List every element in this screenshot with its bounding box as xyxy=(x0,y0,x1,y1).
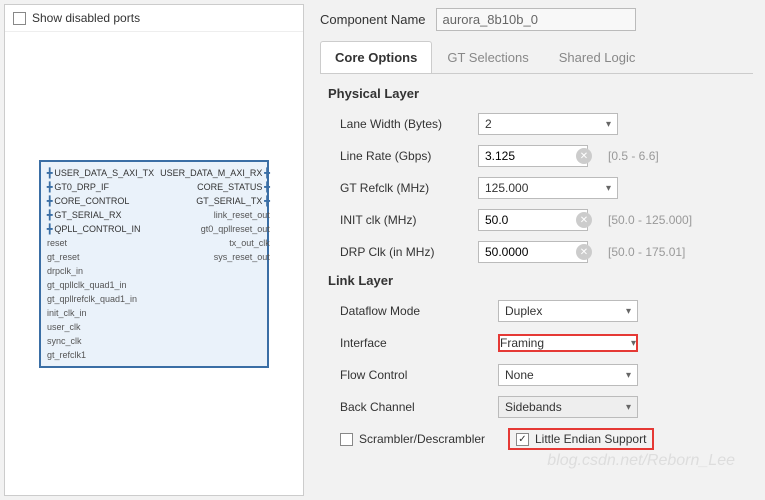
init-clk-input[interactable] xyxy=(478,209,588,231)
dataflow-label: Dataflow Mode xyxy=(340,304,490,318)
port-USER_DATA_M_AXI_RX: USER_DATA_M_AXI_RX xyxy=(158,166,270,180)
port-QPLL_CONTROL_IN: QPLL_CONTROL_IN xyxy=(47,222,154,236)
port-link_reset_out: link_reset_out xyxy=(158,208,270,222)
port-CORE_CONTROL: CORE_CONTROL xyxy=(47,194,154,208)
clear-icon[interactable]: ✕ xyxy=(576,244,592,260)
lane-width-label: Lane Width (Bytes) xyxy=(340,117,470,131)
ip-block-diagram: USER_DATA_S_AXI_TXGT0_DRP_IFCORE_CONTROL… xyxy=(39,160,269,368)
chevron-down-icon: ▾ xyxy=(606,119,611,130)
port-USER_DATA_S_AXI_TX: USER_DATA_S_AXI_TX xyxy=(47,166,154,180)
port-GT_SERIAL_RX: GT_SERIAL_RX xyxy=(47,208,154,222)
link-layer-title: Link Layer xyxy=(328,273,753,288)
clear-icon[interactable]: ✕ xyxy=(576,212,592,228)
gt-refclk-label: GT Refclk (MHz) xyxy=(340,181,470,195)
back-channel-label: Back Channel xyxy=(340,400,490,414)
chevron-down-icon: ▾ xyxy=(626,306,631,317)
flow-control-label: Flow Control xyxy=(340,368,490,382)
drp-clk-input[interactable] xyxy=(478,241,588,263)
port-user_clk: user_clk xyxy=(47,320,154,334)
port-reset: reset xyxy=(47,236,154,250)
scrambler-label: Scrambler/Descrambler xyxy=(359,432,485,446)
scrambler-checkbox[interactable] xyxy=(340,433,353,446)
init-clk-label: INIT clk (MHz) xyxy=(340,213,470,227)
physical-layer-title: Physical Layer xyxy=(328,86,753,101)
flow-control-select[interactable]: None ▾ xyxy=(498,364,638,386)
interface-label: Interface xyxy=(340,336,490,350)
port-CORE_STATUS: CORE_STATUS xyxy=(158,180,270,194)
tab-shared-logic[interactable]: Shared Logic xyxy=(544,41,651,73)
init-clk-hint: [50.0 - 125.000] xyxy=(608,213,692,227)
tabs: Core Options GT Selections Shared Logic xyxy=(320,41,753,74)
interface-select[interactable]: Framing ▾ xyxy=(498,334,638,352)
port-drpclk_in: drpclk_in xyxy=(47,264,154,278)
port-gt_qpllrefclk_quad1_in: gt_qpllrefclk_quad1_in xyxy=(47,292,154,306)
gt-refclk-select[interactable]: 125.000 ▾ xyxy=(478,177,618,199)
line-rate-hint: [0.5 - 6.6] xyxy=(608,149,659,163)
show-disabled-ports-checkbox[interactable] xyxy=(13,12,26,25)
back-channel-select[interactable]: Sidebands ▾ xyxy=(498,396,638,418)
drp-clk-hint: [50.0 - 175.01] xyxy=(608,245,685,259)
config-panel: Component Name Core Options GT Selection… xyxy=(308,0,765,500)
clear-icon[interactable]: ✕ xyxy=(576,148,592,164)
port-tx_out_clk: tx_out_clk xyxy=(158,236,270,250)
block-diagram-panel: Show disabled ports USER_DATA_S_AXI_TXGT… xyxy=(4,4,304,496)
little-endian-label: Little Endian Support xyxy=(535,432,646,446)
little-endian-checkbox[interactable] xyxy=(516,433,529,446)
port-gt0_qpllreset_out: gt0_qpllreset_out xyxy=(158,222,270,236)
port-GT_SERIAL_TX: GT_SERIAL_TX xyxy=(158,194,270,208)
line-rate-input[interactable] xyxy=(478,145,588,167)
show-disabled-ports-label: Show disabled ports xyxy=(32,11,140,25)
tab-core-options[interactable]: Core Options xyxy=(320,41,432,73)
port-gt_qpllclk_quad1_in: gt_qpllclk_quad1_in xyxy=(47,278,154,292)
line-rate-label: Line Rate (Gbps) xyxy=(340,149,470,163)
chevron-down-icon: ▾ xyxy=(631,338,636,349)
port-gt_reset: gt_reset xyxy=(47,250,154,264)
port-sys_reset_out: sys_reset_out xyxy=(158,250,270,264)
chevron-down-icon: ▾ xyxy=(606,183,611,194)
tab-gt-selections[interactable]: GT Selections xyxy=(432,41,543,73)
port-sync_clk: sync_clk xyxy=(47,334,154,348)
chevron-down-icon: ▾ xyxy=(626,370,631,381)
port-GT0_DRP_IF: GT0_DRP_IF xyxy=(47,180,154,194)
port-init_clk_in: init_clk_in xyxy=(47,306,154,320)
drp-clk-label: DRP Clk (in MHz) xyxy=(340,245,470,259)
lane-width-select[interactable]: 2 ▾ xyxy=(478,113,618,135)
dataflow-select[interactable]: Duplex ▾ xyxy=(498,300,638,322)
port-gt_refclk1: gt_refclk1 xyxy=(47,348,154,362)
component-name-label: Component Name xyxy=(320,12,426,27)
component-name-input[interactable] xyxy=(436,8,636,31)
chevron-down-icon: ▾ xyxy=(626,402,631,413)
